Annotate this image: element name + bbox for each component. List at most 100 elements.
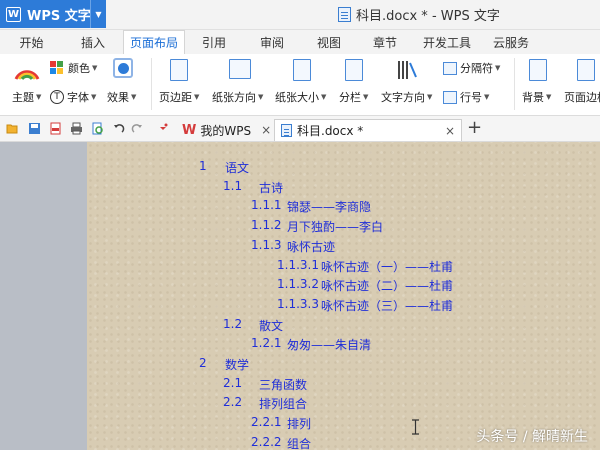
- toc-number: 2.2: [223, 395, 243, 410]
- columns-icon: [345, 59, 363, 81]
- toc-entry[interactable]: 2 数学: [199, 356, 249, 373]
- line-numbers-button[interactable]: 行号 ▼: [443, 89, 489, 105]
- window-title: 科目.docx * - WPS 文字: [338, 5, 500, 24]
- toc-entry[interactable]: 1 语文: [199, 159, 249, 176]
- effect-label: 效果: [107, 91, 129, 104]
- text-direction-label: 文字方向: [381, 91, 425, 104]
- toc-number: 2.2.1: [251, 415, 282, 430]
- new-tab-button[interactable]: +: [467, 117, 482, 138]
- tab-view[interactable]: 视图: [301, 30, 357, 54]
- undo-icon[interactable]: [112, 122, 125, 135]
- ribbon: 主题 ▼ 颜色 ▼ T 字体 ▼ 效果 ▼ 页边距 ▼ 纸张方向 ▼ 纸张大小 ▼ 分栏 ▼: [0, 54, 600, 116]
- margins-label: 页边距: [159, 91, 192, 104]
- toc-entry[interactable]: 1.2.1 匆匆——朱自清: [251, 336, 371, 353]
- toc-entry[interactable]: 2.2 排列组合: [223, 395, 307, 412]
- page-border-button[interactable]: 页面边框: [564, 89, 600, 105]
- toc-entry[interactable]: 1.2 散文: [223, 317, 283, 334]
- toc-entry[interactable]: 1.1.3.2 咏怀古迹（二）——杜甫: [277, 277, 453, 294]
- toc-entry[interactable]: 1.1 古诗: [223, 179, 283, 196]
- close-icon[interactable]: ×: [261, 123, 271, 137]
- columns-label: 分栏: [339, 91, 361, 104]
- left-margin-area: [0, 142, 87, 450]
- wps-w-icon: W: [182, 122, 197, 138]
- background-button[interactable]: 背景 ▼: [522, 89, 551, 105]
- customize-quick-access-icon[interactable]: [157, 122, 170, 135]
- toc-entry[interactable]: 1.1.3.1 咏怀古迹（一）——杜甫: [277, 258, 453, 275]
- app-name: WPS 文字: [27, 8, 91, 24]
- toc-text: 排列: [287, 417, 312, 432]
- doc-tab-my-wps[interactable]: W 我的WPS ×: [176, 119, 274, 141]
- app-menu-button[interactable]: W WPS 文字 ▼: [0, 0, 106, 28]
- print-preview-icon[interactable]: [91, 122, 104, 135]
- toc-entry[interactable]: 2.2.1 排列: [251, 415, 311, 432]
- toc-number: 1.1.1: [251, 198, 282, 213]
- doc-tab-label: 科目.docx *: [297, 124, 364, 138]
- toc-number: 1.1.3: [251, 237, 282, 252]
- theme-label: 主题: [12, 91, 34, 104]
- page-border-label: 页面边框: [564, 91, 600, 104]
- theme-button[interactable]: 主题 ▼: [12, 89, 41, 105]
- toc-text: 咏怀古迹（二）——杜甫: [321, 279, 454, 294]
- toc-text: 三角函数: [259, 377, 308, 392]
- tab-review[interactable]: 审阅: [243, 30, 301, 54]
- text-direction-icon: [398, 61, 417, 79]
- toc-entry[interactable]: 2.2.2 组合: [251, 435, 311, 450]
- font-button[interactable]: T 字体 ▼: [50, 89, 96, 105]
- toc-entry[interactable]: 1.1.3 咏怀古迹: [251, 238, 335, 255]
- redo-icon[interactable]: [131, 122, 144, 135]
- tab-insert[interactable]: 插入: [63, 30, 123, 54]
- document-page[interactable]: 1 语文 1.1 古诗 1.1.1 锦瑟——李商隐 1.1.2 月下独酌——李白 1.1.3 咏怀…: [87, 142, 600, 450]
- background-label: 背景: [522, 91, 544, 104]
- toc-text: 咏怀古迹: [287, 239, 336, 254]
- ribbon-separator: [514, 58, 515, 110]
- print-icon[interactable]: [70, 122, 83, 135]
- tab-start[interactable]: 开始: [0, 30, 63, 54]
- font-t-icon: T: [50, 90, 64, 104]
- paper-size-icon: [293, 59, 311, 81]
- toc-text: 组合: [287, 436, 312, 450]
- text-direction-button[interactable]: 文字方向 ▼: [381, 89, 432, 105]
- save-icon[interactable]: [28, 122, 41, 135]
- margins-button[interactable]: 页边距 ▼: [159, 89, 199, 105]
- line-numbers-icon: [443, 90, 457, 104]
- toc-text: 排列组合: [259, 397, 308, 412]
- toc-entry[interactable]: 2.1 三角函数: [223, 376, 307, 393]
- orientation-button[interactable]: 纸张方向 ▼: [212, 89, 263, 105]
- toc-number: 2.2.2: [251, 434, 282, 449]
- wps-logo-icon: W: [6, 6, 21, 22]
- close-icon[interactable]: ×: [445, 124, 455, 138]
- color-label: 颜色: [68, 62, 90, 75]
- document-icon: [338, 7, 351, 22]
- doc-tab-active[interactable]: 科目.docx * ×: [274, 119, 462, 141]
- color-palette-icon: [50, 61, 63, 74]
- paper-size-button[interactable]: 纸张大小 ▼: [275, 89, 326, 105]
- tab-references[interactable]: 引用: [185, 30, 243, 54]
- chevron-down-icon[interactable]: ▼: [90, 0, 106, 28]
- tab-cloud[interactable]: 云服务: [481, 30, 541, 54]
- toc-number: 1.1: [223, 178, 243, 193]
- tab-page-layout[interactable]: 页面布局: [123, 30, 185, 54]
- tab-developer[interactable]: 开发工具: [413, 30, 481, 54]
- window-title-text: 科目.docx * - WPS 文字: [356, 9, 500, 24]
- color-button[interactable]: 颜色 ▼: [50, 60, 97, 76]
- effect-button[interactable]: 效果 ▼: [107, 89, 136, 105]
- toc-text: 散文: [259, 318, 284, 333]
- title-bar: W WPS 文字 ▼ 科目.docx * - WPS 文字: [0, 0, 600, 30]
- paper-size-label: 纸张大小: [275, 91, 319, 104]
- toc-text: 语文: [225, 161, 250, 175]
- toc-number: 1.1.3.1: [277, 257, 319, 272]
- breaks-button[interactable]: 分隔符 ▼: [443, 60, 500, 76]
- tab-chapter[interactable]: 章节: [357, 30, 413, 54]
- effect-icon-button[interactable]: [113, 58, 133, 78]
- toc-number: 2: [199, 356, 207, 370]
- columns-button[interactable]: 分栏 ▼: [339, 89, 368, 105]
- toc-text: 古诗: [259, 180, 284, 195]
- open-folder-icon[interactable]: [6, 122, 19, 135]
- theme-rainbow-icon: [14, 70, 40, 80]
- toc-entry[interactable]: 1.1.2 月下独酌——李白: [251, 218, 383, 235]
- document-icon: [281, 124, 292, 137]
- toc-entry[interactable]: 1.1.1 锦瑟——李商隐: [251, 198, 371, 215]
- font-label: 字体: [67, 91, 89, 104]
- export-pdf-icon[interactable]: [49, 122, 62, 135]
- toc-entry[interactable]: 1.1.3.3 咏怀古迹（三）——杜甫: [277, 297, 453, 314]
